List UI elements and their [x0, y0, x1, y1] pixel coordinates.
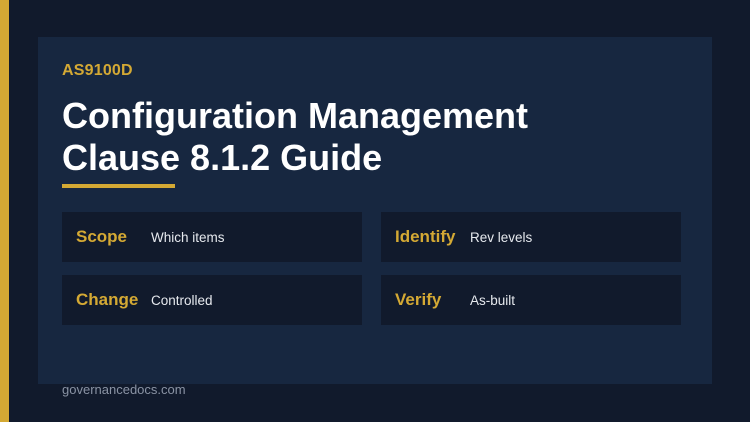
page-title: Configuration Management Clause 8.1.2 Gu…	[62, 95, 528, 179]
standard-badge: AS9100D	[62, 62, 133, 79]
card-scope: Scope Which items	[62, 212, 362, 262]
card-label: Change	[76, 290, 139, 309]
card-identify: Identify Rev levels	[381, 212, 681, 262]
card-verify: Verify As-built	[381, 275, 681, 325]
card-value: As-built	[470, 292, 516, 308]
accent-bar	[0, 0, 9, 422]
card-label: Scope	[76, 227, 128, 246]
footer-site: governancedocs.com	[62, 382, 186, 397]
card-label: Verify	[395, 290, 442, 309]
card-label: Identify	[395, 227, 456, 246]
card-value: Which items	[151, 229, 225, 245]
content-panel: AS9100D Configuration Management Clause …	[38, 37, 712, 384]
title-line-1: Configuration Management	[62, 95, 528, 136]
title-underline	[62, 184, 175, 188]
card-value: Rev levels	[470, 229, 533, 245]
title-line-2: Clause 8.1.2 Guide	[62, 137, 383, 178]
card-value: Controlled	[151, 292, 213, 308]
card-change: Change Controlled	[62, 275, 362, 325]
